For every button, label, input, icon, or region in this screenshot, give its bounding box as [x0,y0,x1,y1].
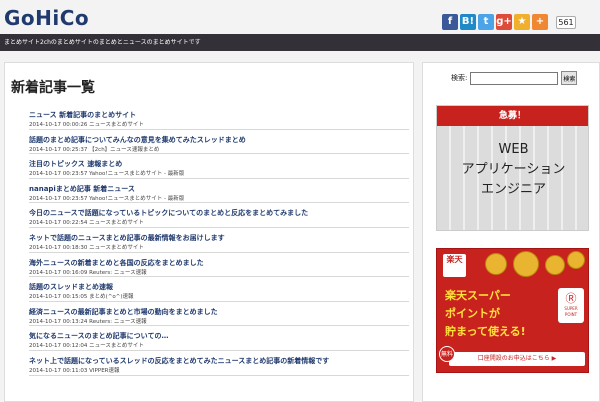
article-meta: 2014-10-17 00:23:57 Yahoo!ニュースまとめサイト - 最… [29,195,409,203]
article-source-link[interactable]: Reuters: ニュース速報 [89,270,146,276]
ad-text: WEB アプリケーション エンジニア [437,140,588,200]
sidebar: 検索: 検索 急募！ WEB アプリケーション エンジニア 楽天 楽天スーパー … [422,62,600,402]
ad-copy: 楽天スーパー ポイントが 貯まって使える! [445,287,526,341]
ad-copy-line-1: 楽天スーパー [445,289,511,302]
article-source-link[interactable]: ニュースまとめサイト [89,245,144,251]
article-meta: 2014-10-17 00:25:37 【2ch】ニュース速報まとめ [29,146,409,154]
article-date: 2014-10-17 00:25:37 [29,146,88,153]
article-meta: 2014-10-17 00:00:26 ニュースまとめサイト [29,121,409,129]
hatena-icon[interactable]: B! [460,14,476,30]
r-icon: Ⓡ [565,292,577,305]
article-source-link[interactable]: Yahoo!ニュースまとめサイト - 最新版 [89,196,184,202]
list-item: 注目のトピックス 速報まとめ 2014-10-17 00:23:57 Yahoo!… [29,154,409,179]
page-title: 新着記事一覧 [11,80,95,96]
list-item: 海外ニュースの新着まとめと各国の反応をまとめました 2014-10-17 00:1… [29,253,409,278]
article-meta: 2014-10-17 00:23:57 Yahoo!ニュースまとめサイト - 最… [29,170,409,178]
search-input[interactable] [470,71,559,85]
article-date: 2014-10-17 00:11:03 [29,367,88,374]
article-title-link[interactable]: 話題のスレッドまとめ速報 [29,281,409,293]
article-title-link[interactable]: 経済ニュースの最新記事まとめと市場の動向をまとめました [29,306,409,318]
tagline-bar: まとめサイト2chのまとめサイトのまとめとニュースのまとめサイトです [0,34,600,51]
article-title-link[interactable]: 気になるニュースのまとめ記事についての… [29,330,409,342]
list-item: 経済ニュースの最新記事まとめと市場の動向をまとめました 2014-10-17 00… [29,302,409,327]
list-item: ニュース 新着記事のまとめサイト 2014-10-17 00:00:26 ニュース… [29,105,409,130]
ad-line-1: WEB [498,142,529,157]
ad-copy-line-2: ポイントが [445,307,500,320]
article-date: 2014-10-17 00:23:57 [29,195,88,202]
article-title-link[interactable]: 注目のトピックス 速報まとめ [29,158,409,170]
site-header: GoHiCo f B! t g+ ★ + 561 [0,0,600,34]
article-title-link[interactable]: 話題のまとめ記事についてみんなの意見を集めてみたスレッドまとめ [29,134,409,146]
article-meta: 2014-10-17 00:15:05 まとめ(^o^)速報 [29,293,409,301]
article-date: 2014-10-17 00:18:30 [29,244,88,251]
article-source-link[interactable]: ニュースまとめサイト [89,343,144,349]
job-ad-banner[interactable]: 急募！ WEB アプリケーション エンジニア [436,105,589,231]
article-source-link[interactable]: Yahoo!ニュースまとめサイト - 最新版 [89,171,184,177]
article-meta: 2014-10-17 00:11:03 VIPPER速報 [29,367,409,375]
site-logo[interactable]: GoHiCo [4,6,89,30]
article-date: 2014-10-17 00:23:57 [29,171,88,178]
plus-icon[interactable]: + [532,14,548,30]
search-button[interactable]: 検索 [561,71,578,85]
article-source-link[interactable]: まとめ(^o^)速報 [89,294,133,300]
list-item: 気になるニュースのまとめ記事についての… 2014-10-17 00:12:04 … [29,326,409,351]
google-plus-icon[interactable]: g+ [496,14,512,30]
article-date: 2014-10-17 00:16:09 [29,269,88,276]
rakuten-ad-banner[interactable]: 楽天 楽天スーパー ポイントが 貯まって使える! Ⓡ SUPER POINT 口… [436,248,589,373]
cta-button[interactable]: 口座開設のお申込はこちら ▶ [449,352,585,366]
article-list: ニュース 新着記事のまとめサイト 2014-10-17 00:00:26 ニュース… [29,105,409,376]
article-title-link[interactable]: 今日のニュースで話題になっているトピックについてのまとめと反応をまとめてみました [29,207,409,219]
list-item: 話題のまとめ記事についてみんなの意見を集めてみたスレッドまとめ 2014-10-1… [29,130,409,155]
ad-line-3: エンジニア [480,182,546,197]
coin-icon [485,253,507,275]
article-title-link[interactable]: ネット上で話題になっているスレッドの反応をまとめてみたニュースまとめ記事の新着情… [29,355,409,367]
ad-copy-line-3: 貯まって使える! [445,325,526,338]
ad-line-2: アプリケーション [461,162,566,177]
article-date: 2014-10-17 00:13:24 [29,318,88,325]
article-source-link[interactable]: ニュースまとめサイト [89,122,144,128]
free-badge: 無料 [439,346,455,362]
rakuten-logo: 楽天 [443,254,466,277]
article-source-link[interactable]: VIPPER速報 [89,368,119,374]
search-form: 検索: 検索 [451,71,578,85]
article-date: 2014-10-17 00:15:05 [29,294,88,301]
article-meta: 2014-10-17 00:18:30 ニュースまとめサイト [29,244,409,252]
list-item: ネット上で話題になっているスレッドの反応をまとめてみたニュースまとめ記事の新着情… [29,351,409,376]
article-source-link[interactable]: ニュースまとめサイト [89,220,144,226]
coin-icon [513,251,539,277]
list-item: nanapiまとめ記事 新着ニュース 2014-10-17 00:23:57 Ya… [29,179,409,204]
article-date: 2014-10-17 00:22:54 [29,220,88,227]
list-item: 話題のスレッドまとめ速報 2014-10-17 00:15:05 まとめ(^o^)… [29,277,409,302]
article-meta: 2014-10-17 00:16:09 Reuters: ニュース速報 [29,269,409,277]
article-title-link[interactable]: ネットで話題のニュースまとめ記事の最新情報をお届けします [29,232,409,244]
article-meta: 2014-10-17 00:22:54 ニュースまとめサイト [29,219,409,227]
main-content: 新着記事一覧 ニュース 新着記事のまとめサイト 2014-10-17 00:00:… [4,62,414,402]
article-date: 2014-10-17 00:00:26 [29,122,88,128]
list-item: ネットで話題のニュースまとめ記事の最新情報をお届けします 2014-10-17 0… [29,228,409,253]
super-point-badge: Ⓡ SUPER POINT [558,288,584,323]
coin-icon [545,255,565,275]
list-item: 今日のニュースで話題になっているトピックについてのまとめと反応をまとめてみました… [29,203,409,228]
share-count: 561 [556,16,576,29]
ad-headline: 急募！ [437,106,588,126]
article-source-link[interactable]: Reuters: ニュース速報 [89,319,146,325]
super-point-label: SUPER POINT [564,306,578,317]
twitter-icon[interactable]: t [478,14,494,30]
article-title-link[interactable]: nanapiまとめ記事 新着ニュース [29,183,409,195]
search-label: 検索: [451,74,468,82]
article-title-link[interactable]: 海外ニュースの新着まとめと各国の反応をまとめました [29,257,409,269]
article-source-link[interactable]: 【2ch】ニュース速報まとめ [89,147,159,153]
coin-icon [567,251,585,269]
article-date: 2014-10-17 00:12:04 [29,343,88,350]
facebook-icon[interactable]: f [442,14,458,30]
share-buttons: f B! t g+ ★ + [442,14,548,30]
article-meta: 2014-10-17 00:13:24 Reuters: ニュース速報 [29,318,409,326]
star-icon[interactable]: ★ [514,14,530,30]
article-title-link[interactable]: ニュース 新着記事のまとめサイト [29,109,409,121]
article-meta: 2014-10-17 00:12:04 ニュースまとめサイト [29,342,409,350]
